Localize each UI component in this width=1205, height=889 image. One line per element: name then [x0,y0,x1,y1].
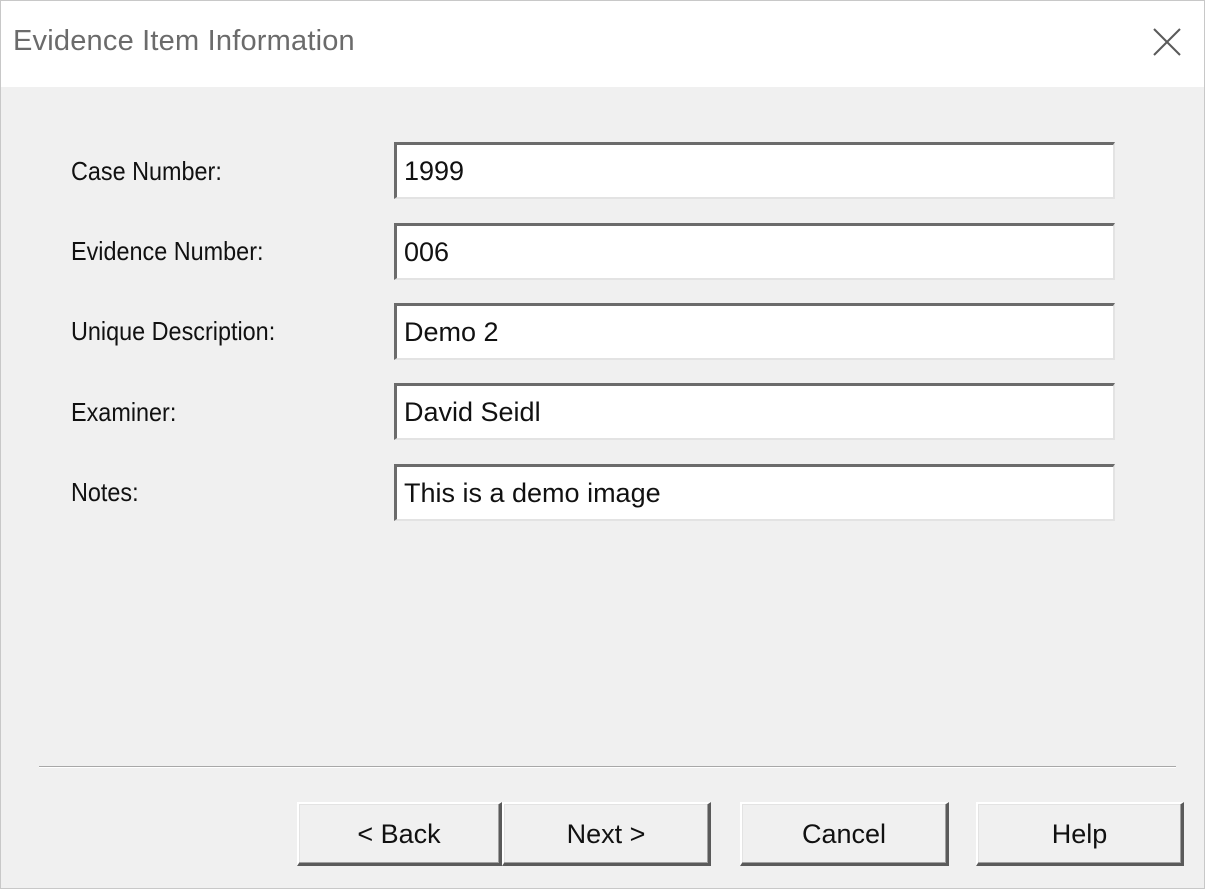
unique-description-label: Unique Description: [71,316,276,346]
notes-field[interactable] [394,464,1115,521]
examiner-field[interactable] [394,383,1115,440]
close-button[interactable] [1136,11,1198,73]
help-button[interactable]: Help [976,802,1184,866]
examiner-label: Examiner: [71,397,177,427]
close-icon [1153,28,1181,56]
unique-description-field[interactable] [394,303,1115,360]
cancel-button[interactable]: Cancel [740,802,949,866]
button-separator [39,766,1176,768]
dialog-title: Evidence Item Information [13,25,355,57]
case-number-label: Case Number: [71,156,222,186]
evidence-number-label: Evidence Number: [71,236,264,266]
title-bar: Evidence Item Information [1,1,1204,87]
case-number-field[interactable] [394,142,1115,199]
back-button[interactable]: < Back [297,802,502,866]
next-button[interactable]: Next > [502,802,711,866]
evidence-number-field[interactable] [394,223,1115,280]
evidence-item-dialog: Evidence Item Information Case Number: E… [0,0,1205,889]
notes-label: Notes: [71,477,139,507]
